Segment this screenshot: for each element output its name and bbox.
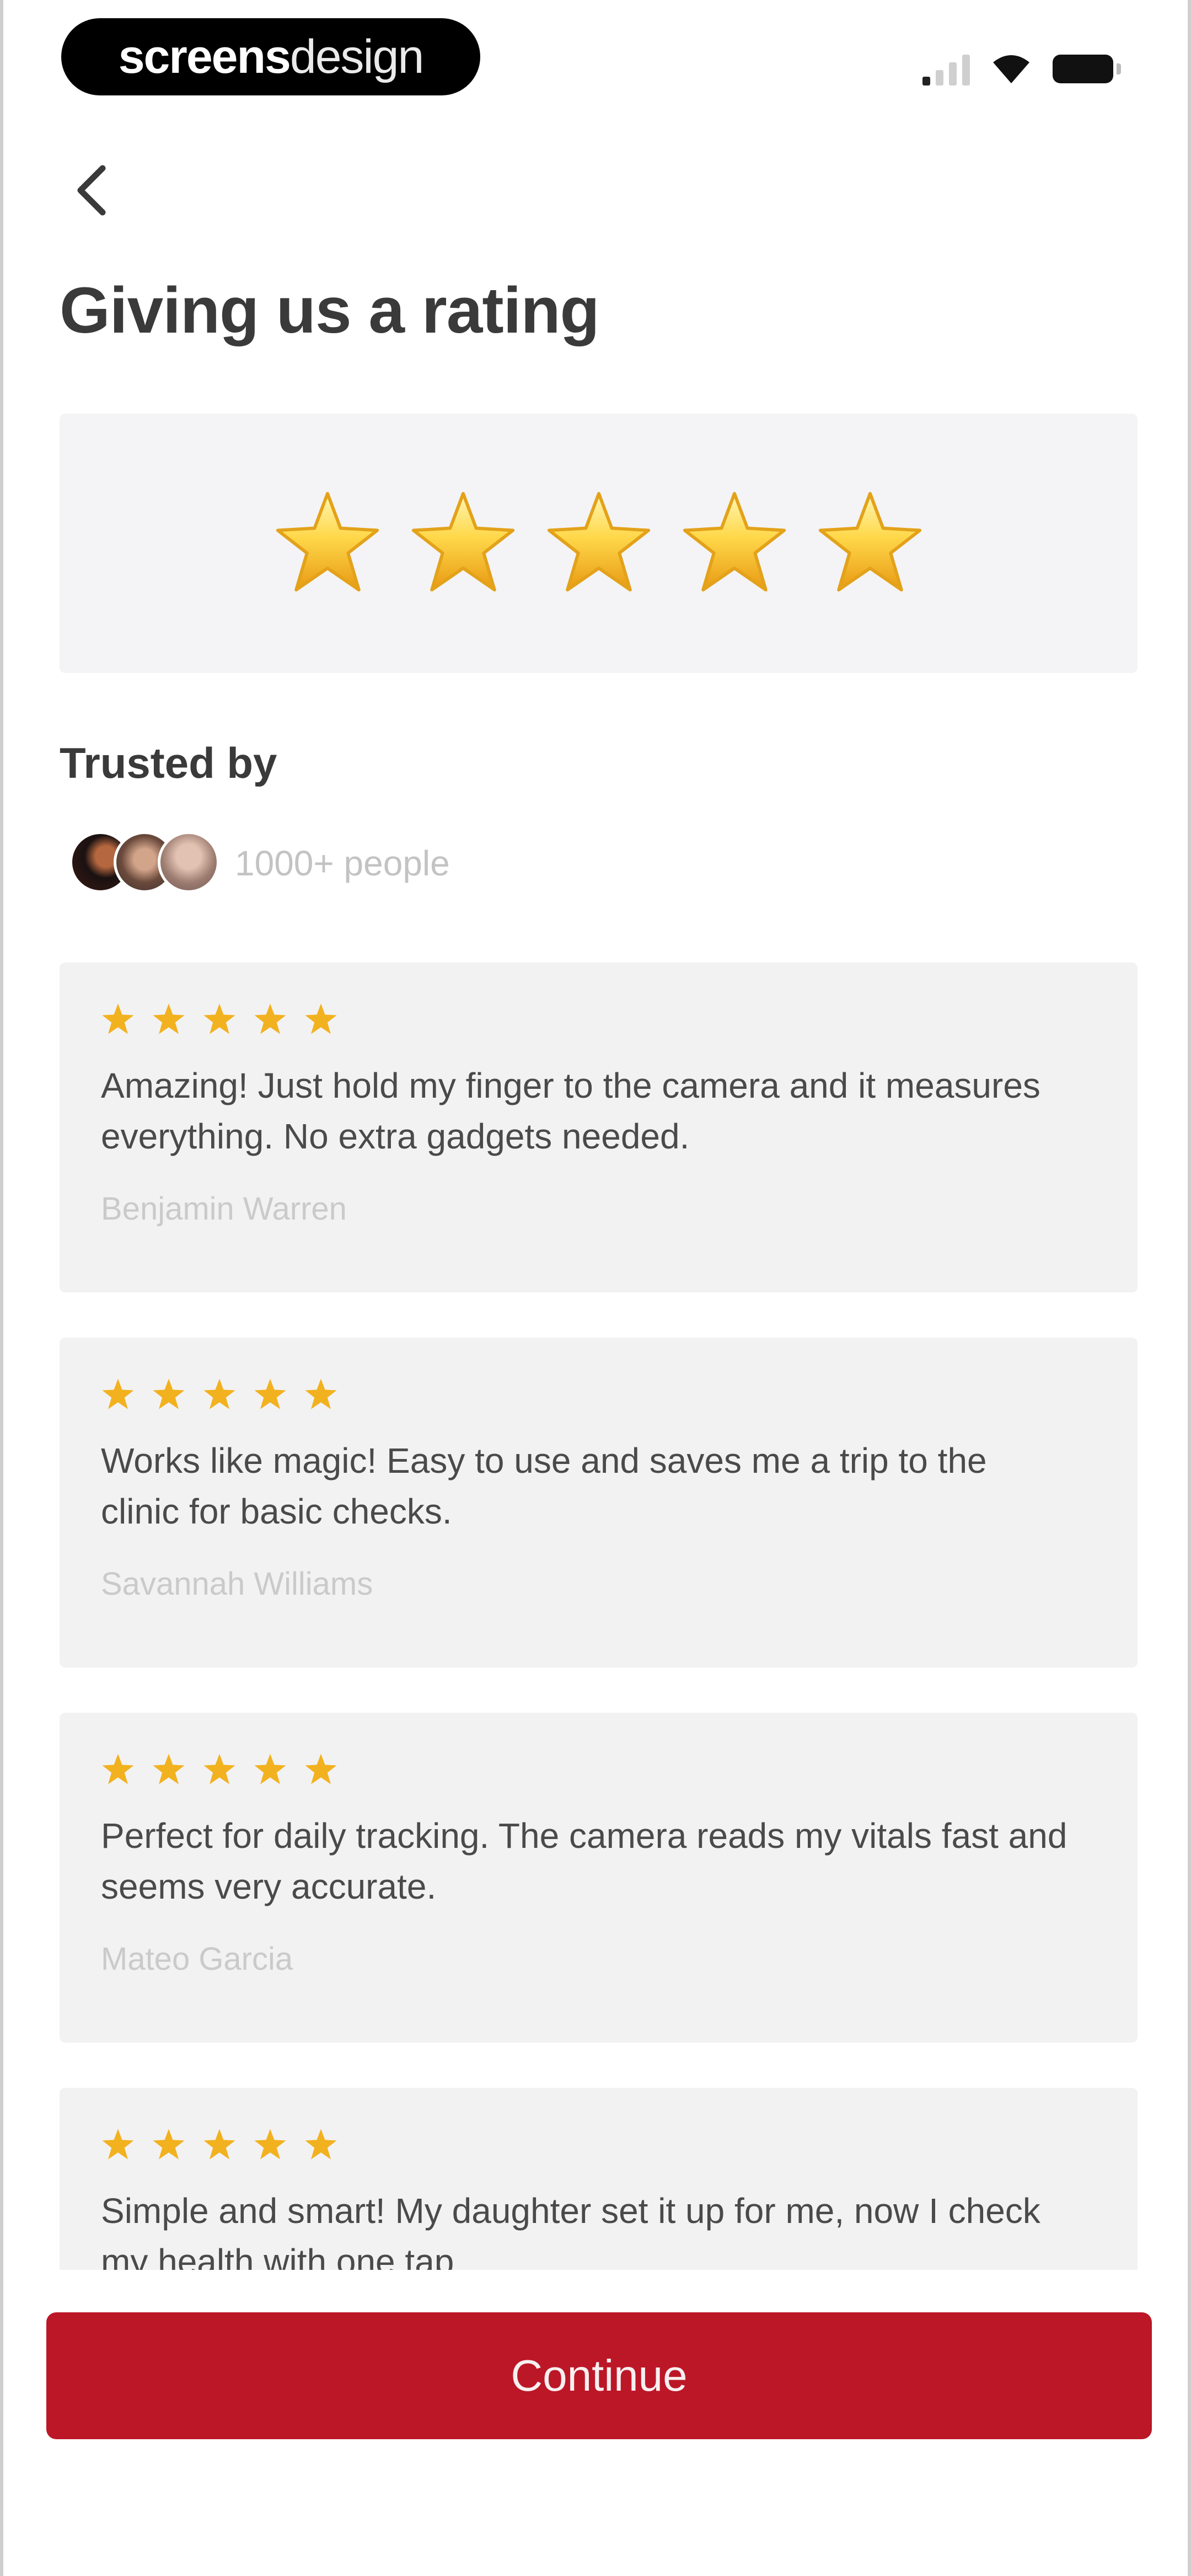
star-icon: [254, 1754, 286, 1784]
star-icon: [305, 1378, 337, 1409]
status-bar: [922, 44, 1121, 94]
star-icon[interactable]: [680, 489, 788, 597]
review-stars: [101, 1377, 1098, 1413]
star-icon: [305, 1003, 337, 1034]
brand-logo: screens design: [61, 18, 480, 95]
review-card: Amazing! Just hold my finger to the came…: [60, 963, 1138, 1292]
review-text: Works like magic! Easy to use and saves …: [101, 1441, 987, 1531]
star-icon: [153, 2129, 185, 2160]
star-icon: [305, 1754, 337, 1784]
reviews-list[interactable]: Amazing! Just hold my finger to the came…: [60, 963, 1138, 2270]
star-icon[interactable]: [273, 489, 382, 597]
review-text: Amazing! Just hold my finger to the came…: [101, 1066, 1040, 1156]
star-icon: [102, 2129, 134, 2160]
avatar: [158, 831, 219, 893]
star-icon: [254, 1378, 286, 1409]
back-button[interactable]: [64, 160, 119, 221]
app-screen: screens design Giving us a rating Trusted…: [0, 0, 1191, 2576]
star-icon: [102, 1378, 134, 1409]
review-card: Perfect for daily tracking. The camera r…: [60, 1713, 1138, 2043]
star-icon: [153, 1003, 185, 1034]
avatar-group: [69, 830, 219, 894]
brand-logo-light: design: [289, 30, 424, 83]
review-stars: [101, 2128, 1098, 2163]
cellular-signal-icon: [922, 52, 970, 85]
review-author: Mateo Garcia: [101, 1941, 293, 1977]
wifi-icon: [993, 55, 1029, 83]
chevron-left-icon: [77, 165, 106, 216]
review-stars: [101, 1752, 1098, 1788]
star-icon: [203, 1378, 235, 1409]
star-icon: [254, 2129, 286, 2160]
review-card: Works like magic! Easy to use and saves …: [60, 1338, 1138, 1668]
star-icon[interactable]: [545, 489, 653, 597]
star-icon: [203, 1754, 235, 1784]
star-icon: [153, 1378, 185, 1409]
star-icon: [254, 1003, 286, 1034]
battery-icon: [1053, 55, 1121, 83]
star-icon: [203, 1003, 235, 1034]
review-text: Simple and smart! My daughter set it up …: [101, 2191, 1040, 2270]
review-text: Perfect for daily tracking. The camera r…: [101, 1816, 1067, 1906]
continue-button[interactable]: Continue: [46, 2312, 1152, 2439]
brand-logo-bold: screens: [118, 30, 291, 83]
star-icon: [305, 2129, 337, 2160]
star-icon: [203, 2129, 235, 2160]
page-title: Giving us a rating: [60, 274, 600, 347]
review-author: Savannah Williams: [101, 1566, 373, 1602]
star-icon: [153, 1754, 185, 1784]
star-rating-selector: [60, 414, 1138, 673]
trusted-heading: Trusted by: [60, 739, 277, 787]
star-icon: [102, 1003, 134, 1034]
review-stars: [101, 1002, 1098, 1038]
review-card: Simple and smart! My daughter set it up …: [60, 2088, 1138, 2270]
trusted-count: 1000+ people: [235, 843, 450, 883]
star-icon[interactable]: [409, 489, 517, 597]
star-icon[interactable]: [816, 489, 924, 597]
review-author: Benjamin Warren: [101, 1191, 347, 1227]
star-icon: [102, 1754, 134, 1784]
